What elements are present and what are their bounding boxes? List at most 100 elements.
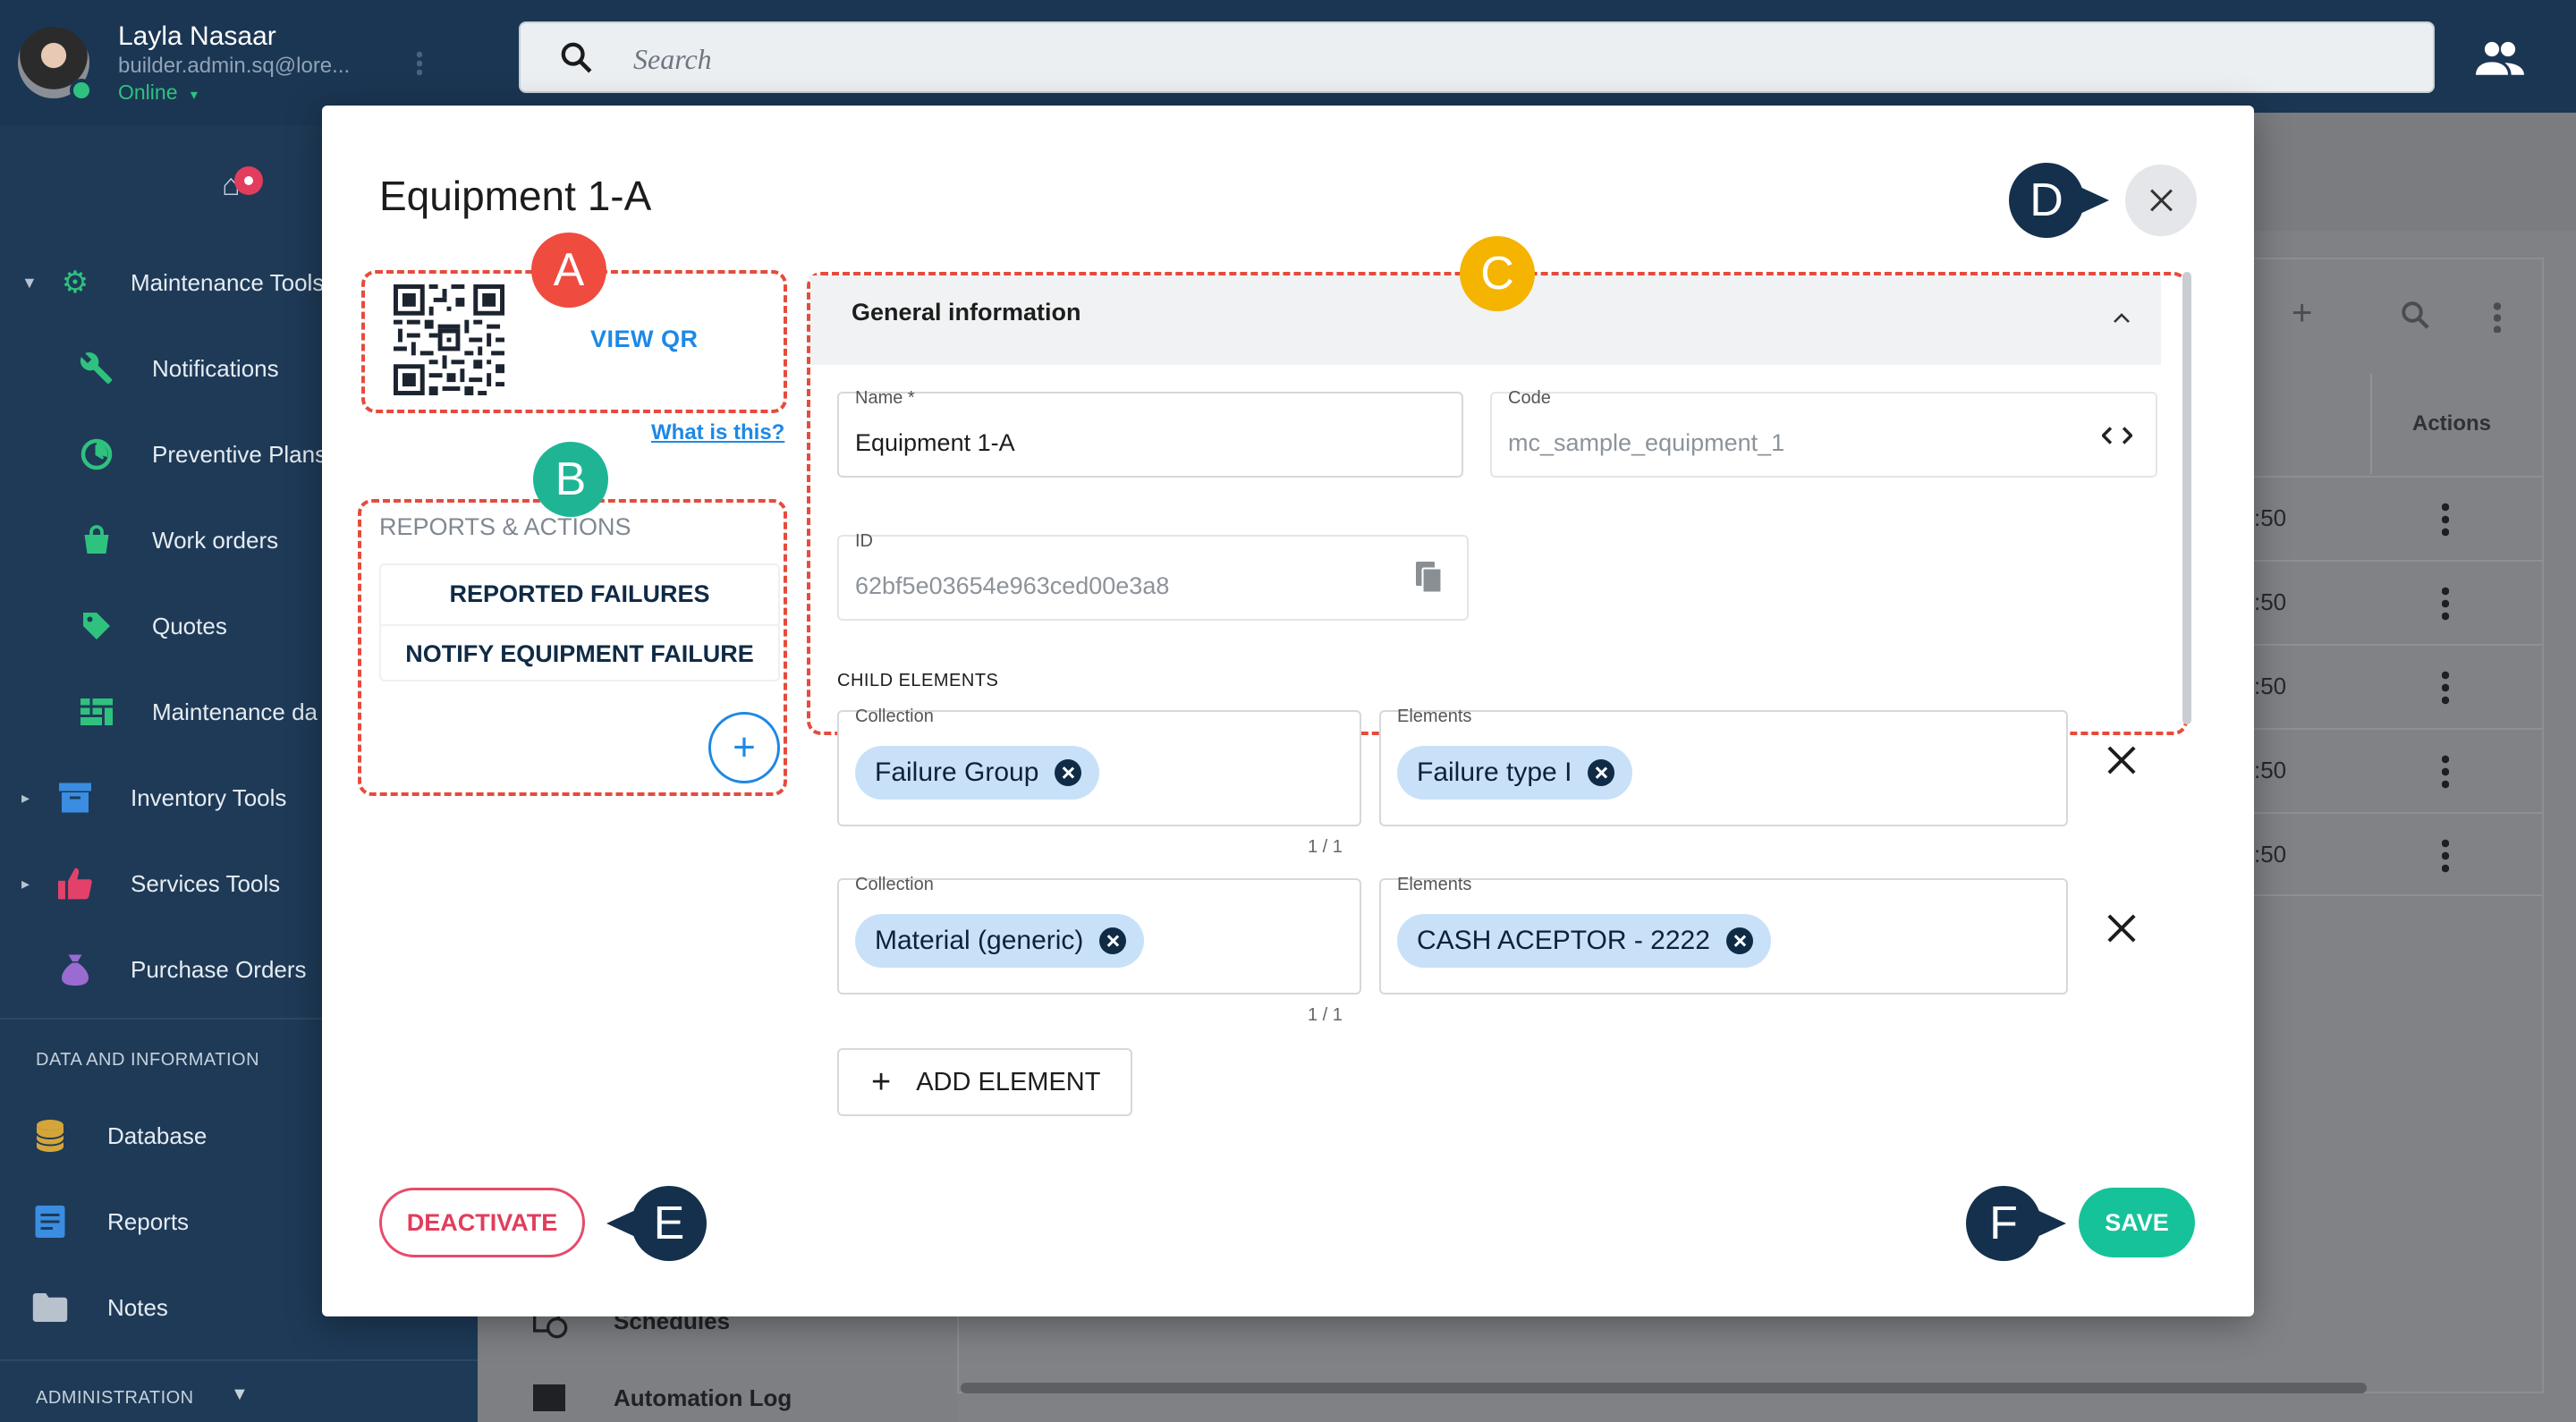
list-item[interactable]: Automation Log <box>614 1384 792 1412</box>
more-vert-icon[interactable] <box>417 50 422 77</box>
name-field[interactable]: Name * Equipment 1-A <box>837 388 1463 478</box>
search-icon[interactable] <box>2399 299 2431 331</box>
code-field[interactable]: Code mc_sample_equipment_1 <box>1490 388 2157 478</box>
deactivate-button[interactable]: DEACTIVATE <box>379 1188 585 1257</box>
collection-counter: 1 / 1 <box>1308 1005 1343 1025</box>
name-field-label: Name * <box>855 388 915 408</box>
vertical-scrollbar[interactable] <box>2182 272 2191 724</box>
add-element-button[interactable]: + ADD ELEMENT <box>837 1048 1132 1116</box>
elements-field[interactable]: Elements CASH ACEPTOR - 2222 <box>1379 875 2068 995</box>
sidebar-item-label: Maintenance Tools <box>131 268 325 296</box>
callout-marker-e: E <box>606 1186 707 1261</box>
more-vert-icon[interactable] <box>2442 837 2449 873</box>
gear-icon: ⚙ <box>61 266 89 300</box>
remove-chip-icon[interactable] <box>1055 759 1082 786</box>
folder-icon <box>32 1290 68 1325</box>
table-cell: :50 <box>2254 757 2287 783</box>
user-status-dropdown[interactable]: Online ▾ <box>118 80 198 105</box>
sidebar-item-label: Work orders <box>152 526 279 554</box>
element-chip[interactable]: CASH ACEPTOR - 2222 <box>1397 914 1771 968</box>
table-row[interactable]: :50 <box>2254 560 2544 644</box>
equipment-modal: Equipment 1-A VIEW QR What is this? A RE… <box>322 106 2254 1316</box>
plus-icon: + <box>733 725 756 769</box>
notify-failure-button[interactable]: NOTIFY EQUIPMENT FAILURE <box>381 624 778 681</box>
grid-icon <box>79 694 114 730</box>
more-vert-icon[interactable] <box>2442 501 2449 537</box>
qr-code-image[interactable] <box>394 284 504 395</box>
more-vert-icon[interactable] <box>2494 300 2501 333</box>
chip-label: CASH ACEPTOR - 2222 <box>1417 926 1710 955</box>
reports-actions-label: REPORTS & ACTIONS <box>379 513 631 540</box>
table-cell: :50 <box>2254 841 2287 868</box>
sidebar-item-label: Notes <box>107 1293 168 1321</box>
more-vert-icon[interactable] <box>2442 669 2449 705</box>
chip-label: Material (generic) <box>875 926 1084 955</box>
code-field-label: Code <box>1508 388 1551 408</box>
sidebar-item-label: Notifications <box>152 354 279 382</box>
elements-field[interactable]: Elements Failure type I <box>1379 707 2068 826</box>
chevron-up-icon[interactable] <box>2111 308 2132 329</box>
modal-title: Equipment 1-A <box>379 173 652 219</box>
table-row[interactable]: :50 <box>2254 644 2544 728</box>
add-action-button[interactable]: + <box>708 712 780 783</box>
caret-down-icon: ▼ <box>21 273 38 292</box>
sidebar-item-label: Maintenance da <box>152 698 318 725</box>
horizontal-scrollbar[interactable] <box>961 1383 2367 1393</box>
name-field-value: Equipment 1-A <box>855 429 1015 456</box>
search-input[interactable]: Search <box>633 43 712 76</box>
section-label-data: DATA AND INFORMATION <box>36 1050 260 1070</box>
elements-field-label: Elements <box>1397 707 1472 726</box>
collection-field[interactable]: Collection Material (generic) <box>837 875 1361 995</box>
caret-down-icon[interactable]: ▼ <box>231 1384 249 1405</box>
code-icon[interactable] <box>2102 426 2132 445</box>
table-row[interactable]: :50 <box>2254 728 2544 812</box>
table-cell: :50 <box>2254 504 2287 531</box>
clock-icon <box>79 436 114 472</box>
close-button[interactable] <box>2125 165 2197 236</box>
id-field-value: 62bf5e03654e963ced00e3a8 <box>855 572 1170 599</box>
search-bar[interactable]: Search <box>519 21 2435 93</box>
id-field-label: ID <box>855 531 873 551</box>
callout-marker-b: B <box>533 442 608 517</box>
add-element-label: ADD ELEMENT <box>916 1067 1101 1096</box>
id-field[interactable]: ID 62bf5e03654e963ced00e3a8 <box>837 531 1469 621</box>
collection-field[interactable]: Collection Failure Group <box>837 707 1361 826</box>
callout-marker-a: A <box>531 233 606 308</box>
report-icon <box>32 1204 68 1240</box>
collection-chip[interactable]: Failure Group <box>855 746 1100 800</box>
view-qr-button[interactable]: VIEW QR <box>590 326 699 353</box>
element-chip[interactable]: Failure type I <box>1397 746 1633 800</box>
remove-row-icon[interactable] <box>2104 742 2140 778</box>
copy-icon[interactable] <box>1415 562 1444 594</box>
more-vert-icon[interactable] <box>2442 753 2449 789</box>
more-vert-icon[interactable] <box>2442 585 2449 621</box>
sidebar-item-label: Preventive Plans <box>152 440 327 468</box>
caret-right-icon: ▸ <box>21 788 30 807</box>
people-icon[interactable] <box>2476 39 2524 75</box>
online-indicator <box>70 79 93 102</box>
remove-chip-icon[interactable] <box>1588 759 1615 786</box>
save-button[interactable]: SAVE <box>2079 1188 2195 1257</box>
user-email: builder.admin.sq@lore... <box>118 54 351 78</box>
table-row[interactable]: :50 <box>2254 476 2544 560</box>
bag-icon <box>79 522 114 558</box>
collection-chip[interactable]: Material (generic) <box>855 914 1145 968</box>
remove-chip-icon[interactable] <box>1099 927 1127 954</box>
notification-badge <box>234 166 263 195</box>
remove-row-icon[interactable] <box>2104 910 2140 946</box>
code-field-value: mc_sample_equipment_1 <box>1508 429 1785 456</box>
table-row[interactable]: :50 <box>2254 812 2544 896</box>
thumb-up-icon <box>57 866 93 901</box>
callout-label: E <box>631 1186 707 1261</box>
sidebar-item-label: Services Tools <box>131 869 281 897</box>
divider <box>0 1359 478 1361</box>
money-bag-icon <box>57 952 93 987</box>
sidebar-item-label: Quotes <box>152 612 227 639</box>
what-is-this-link[interactable]: What is this? <box>651 420 784 445</box>
log-icon <box>533 1384 565 1411</box>
reported-failures-button[interactable]: REPORTED FAILURES <box>381 565 778 622</box>
elements-field-label: Elements <box>1397 875 1472 894</box>
remove-chip-icon[interactable] <box>1725 927 1753 954</box>
chevron-down-icon: ▾ <box>190 88 198 103</box>
add-icon[interactable]: + <box>2292 293 2312 334</box>
